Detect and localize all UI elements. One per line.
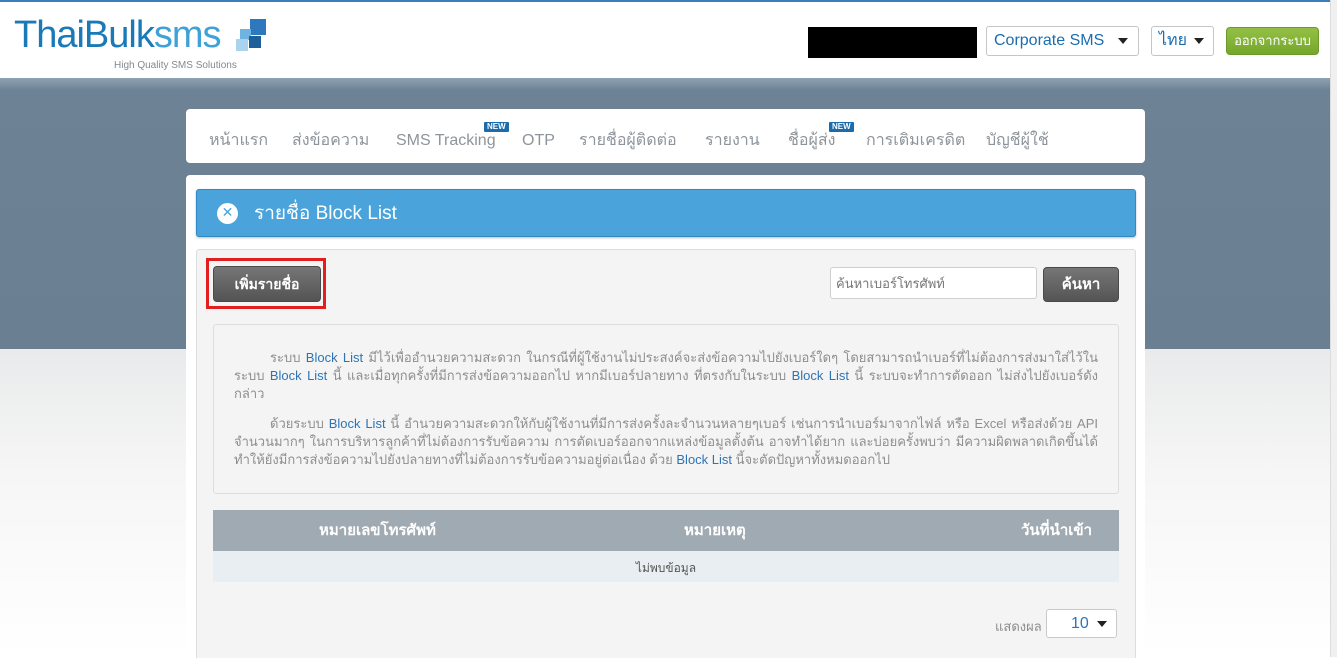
phone-search-input[interactable] xyxy=(830,267,1037,299)
block-list-link: Block List xyxy=(676,452,733,467)
nav-item-sender-name[interactable]: ชื่อผู้ส่ง xyxy=(788,131,835,151)
new-badge: NEW xyxy=(829,122,854,132)
logo-squares-icon xyxy=(236,19,268,53)
caret-down-icon xyxy=(1097,621,1107,627)
close-icon[interactable]: ✕ xyxy=(217,203,238,224)
nav-item-contacts[interactable]: รายชื่อผู้ติดต่อ xyxy=(579,131,677,151)
nav-item-home[interactable]: หน้าแรก xyxy=(209,131,268,151)
page-size-select[interactable]: 10 xyxy=(1046,609,1117,638)
nav-item-reports[interactable]: รายงาน xyxy=(705,131,760,151)
account-type-value: Corporate SMS xyxy=(994,32,1105,49)
search-button[interactable]: ค้นหา xyxy=(1043,267,1119,302)
logo-sms-text: sms xyxy=(153,14,222,56)
table-row: ไม่พบข้อมูล xyxy=(213,551,1119,582)
nav-item-account[interactable]: บัญชีผู้ใช้ xyxy=(986,131,1049,151)
redacted-username xyxy=(808,27,977,58)
logo-main-text: ThaiBulk xyxy=(14,14,155,56)
nav-item-sms-tracking[interactable]: SMS Tracking xyxy=(396,131,496,151)
nav-item-otp[interactable]: OTP xyxy=(522,131,555,151)
block-list-link: Block List xyxy=(791,368,849,383)
main-nav: หน้าแรก ส่งข้อความ SMS Tracking NEW OTP … xyxy=(186,109,1145,163)
description-paragraph-2: ด้วยระบบ Block List นี้ อำนวยความสะดวกให… xyxy=(234,416,1098,467)
page-size-value: 10 xyxy=(1071,615,1089,632)
page-title: รายชื่อ Block List xyxy=(254,203,397,224)
column-header-phone[interactable]: หมายเลขโทรศัพท์ xyxy=(319,522,436,540)
nav-item-send-message[interactable]: ส่งข้อความ xyxy=(292,131,369,151)
add-entry-button[interactable]: เพิ่มรายชื่อ xyxy=(213,266,321,302)
header: ThaiBulksms High Quality SMS Solutions C… xyxy=(0,2,1337,78)
page-scrollbar[interactable] xyxy=(1330,0,1337,657)
language-select[interactable]: ไทย xyxy=(1151,26,1214,56)
thaibulksms-logo[interactable]: ThaiBulksms High Quality SMS Solutions xyxy=(14,14,266,71)
block-list-link: Block List xyxy=(305,350,364,365)
logout-button[interactable]: ออกจากระบบ xyxy=(1226,27,1319,55)
empty-table-message: ไม่พบข้อมูล xyxy=(635,561,697,575)
language-value: ไทย xyxy=(1159,32,1187,49)
block-list-description: ระบบ Block List มีไว้เพื่ออำนวยความสะดวก… xyxy=(213,324,1119,494)
column-header-note[interactable]: หมายเหตุ xyxy=(684,522,746,540)
page-size-label: แสดงผล xyxy=(995,619,1042,634)
nav-item-credit-topup[interactable]: การเติมเครดิต xyxy=(866,131,965,151)
column-header-import-date[interactable]: วันที่นำเข้า xyxy=(1021,522,1092,540)
block-list-link: Block List xyxy=(269,368,328,383)
caret-down-icon xyxy=(1194,38,1204,44)
block-list-link: Block List xyxy=(328,416,386,431)
description-paragraph-1: ระบบ Block List มีไว้เพื่ออำนวยความสะดวก… xyxy=(234,350,1098,401)
account-type-select[interactable]: Corporate SMS xyxy=(986,26,1139,56)
logo-tagline: High Quality SMS Solutions xyxy=(114,60,237,71)
caret-down-icon xyxy=(1118,38,1128,44)
page-title-bar: ✕ รายชื่อ Block List xyxy=(196,189,1136,237)
new-badge: NEW xyxy=(484,122,509,132)
table-header: หมายเลขโทรศัพท์ หมายเหตุ วันที่นำเข้า xyxy=(213,510,1119,551)
